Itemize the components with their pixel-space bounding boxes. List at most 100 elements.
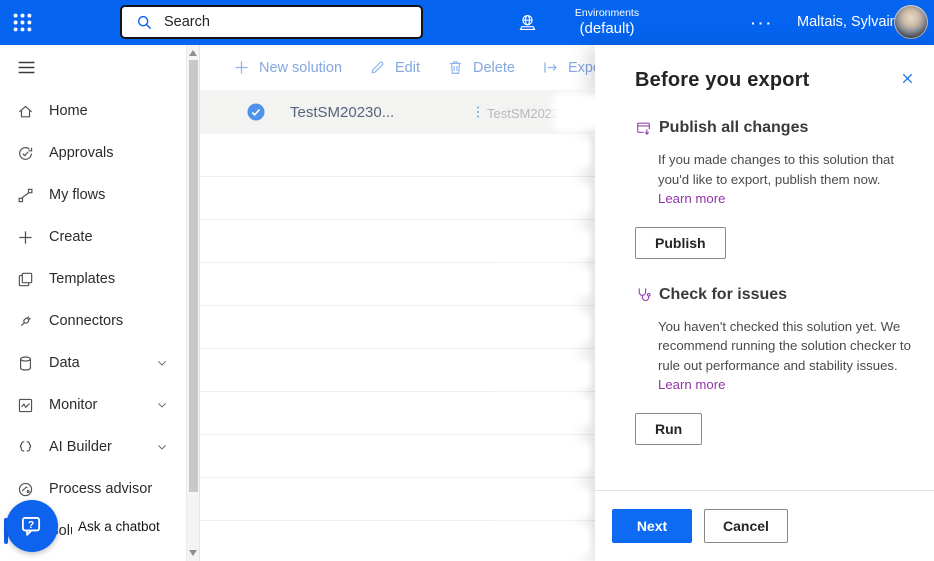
chevron-down-icon[interactable] — [156, 399, 168, 411]
table-row[interactable] — [200, 263, 595, 306]
sidebar-item-monitor[interactable]: Monitor — [0, 384, 199, 426]
redacted-text — [501, 142, 587, 164]
redacted-text — [492, 363, 587, 385]
redacted-text — [497, 234, 587, 256]
templates-icon — [17, 271, 34, 288]
chatbot-tooltip: Ask a chatbot — [72, 511, 170, 541]
delete-button[interactable]: Delete — [447, 59, 515, 76]
table-row[interactable] — [200, 134, 595, 177]
connector-icon — [17, 313, 34, 330]
environment-selector[interactable]: Environments (default) — [517, 0, 661, 45]
solution-display-name: TestSM20230... — [290, 104, 394, 121]
sidebar-item-connectors[interactable]: Connectors — [0, 300, 199, 342]
sidebar-item-data[interactable]: Data — [0, 342, 199, 384]
redacted-text — [499, 446, 587, 468]
sidebar-item-label: Monitor — [49, 397, 97, 413]
sidebar-item-label: Process advisor — [49, 481, 152, 497]
publish-button[interactable]: Publish — [635, 227, 726, 259]
table-row[interactable] — [200, 392, 595, 435]
search-box[interactable] — [120, 5, 423, 39]
avatar[interactable] — [894, 5, 928, 39]
pencil-icon — [369, 59, 386, 76]
edit-button[interactable]: Edit — [369, 59, 420, 76]
trash-icon — [447, 59, 464, 76]
table-row[interactable] — [200, 478, 595, 521]
sidebar-item-my-flows[interactable]: My flows — [0, 174, 199, 216]
new-solution-button[interactable]: New solution — [233, 59, 342, 76]
sidebar-item-label: Templates — [49, 271, 115, 287]
table-row[interactable] — [200, 177, 595, 220]
scroll-up-arrow[interactable] — [189, 50, 197, 56]
approvals-icon — [17, 145, 34, 162]
sidebar-nav: Home ApprovalsMy flows Create Templates Conn… — [0, 90, 199, 552]
app-launcher-icon[interactable] — [11, 11, 34, 34]
app-header: Environments (default) ··· Maltais, Sylv… — [0, 0, 934, 45]
command-bar: New solution Edit Delete Export solution — [200, 45, 595, 90]
sidebar-item-label: AI Builder — [49, 439, 112, 455]
redacted-text — [515, 400, 587, 422]
sidebar-item-create[interactable]: Create — [0, 216, 199, 258]
sidebar: Home ApprovalsMy flows Create Templates Conn… — [0, 45, 200, 561]
table-row[interactable] — [200, 435, 595, 478]
table-row[interactable] — [200, 220, 595, 263]
environment-icon — [517, 12, 538, 33]
command-label: Delete — [473, 60, 515, 76]
environments-label: Environments — [553, 7, 661, 20]
panel-footer: Next Cancel — [595, 490, 934, 561]
next-button[interactable]: Next — [612, 509, 692, 543]
redacted-text — [507, 529, 587, 551]
sidebar-item-home[interactable]: Home — [0, 90, 199, 132]
redacted-text — [495, 492, 587, 514]
chevron-down-icon[interactable] — [156, 357, 168, 369]
sidebar-item-label: Data — [49, 355, 80, 371]
nav-toggle-button[interactable] — [0, 45, 199, 90]
solution-list — [200, 134, 595, 561]
selected-solution-row[interactable]: TestSM20230... TestSM20230417 — [200, 90, 595, 134]
home-icon — [17, 103, 34, 120]
command-label: New solution — [259, 60, 342, 76]
sidebar-item-templates[interactable]: Templates — [0, 258, 199, 300]
sidebar-item-label: Connectors — [49, 313, 123, 329]
table-row[interactable] — [200, 521, 595, 561]
hamburger-icon — [16, 57, 37, 78]
sidebar-scrollbar[interactable] — [186, 45, 199, 561]
run-button[interactable]: Run — [635, 413, 702, 445]
monitor-icon — [17, 397, 34, 414]
sidebar-item-label: Create — [49, 229, 93, 245]
table-row[interactable] — [200, 306, 595, 349]
search-input[interactable] — [164, 14, 421, 30]
section-heading: Publish all changes — [635, 119, 912, 137]
chevron-down-icon[interactable] — [156, 441, 168, 453]
export-flyout-panel: Before you export Publish all changesIf … — [595, 45, 934, 561]
ask-chatbot-button[interactable]: ? — [6, 500, 58, 552]
sidebar-item-label: Home — [49, 103, 88, 119]
scroll-down-arrow[interactable] — [189, 550, 197, 556]
publish-icon — [635, 120, 652, 137]
export-solution-button[interactable]: Export solution — [542, 59, 595, 76]
selected-check-icon[interactable] — [247, 103, 265, 121]
learn-more-link[interactable]: Learn more — [658, 191, 725, 206]
sidebar-item-approvals[interactable]: Approvals — [0, 132, 199, 174]
close-icon[interactable] — [900, 71, 915, 86]
plus-icon — [17, 229, 34, 246]
redacted-text — [519, 271, 587, 293]
search-icon — [136, 14, 153, 31]
panel-sections: Publish all changesIf you made changes t… — [635, 119, 912, 445]
cancel-button[interactable]: Cancel — [704, 509, 788, 543]
row-more-button[interactable] — [470, 104, 486, 120]
section-title: Check for issues — [659, 286, 787, 304]
section-body: You haven't checked this solution yet. W… — [658, 317, 914, 395]
redacted-text — [503, 317, 587, 339]
environment-name: (default) — [553, 20, 661, 39]
command-label: Export solution — [568, 60, 595, 76]
section-heading: Check for issues — [635, 286, 912, 304]
sidebar-item-ai-builder[interactable]: AI Builder — [0, 426, 199, 468]
learn-more-link[interactable]: Learn more — [658, 377, 725, 392]
table-row[interactable] — [200, 349, 595, 392]
command-label: Edit — [395, 60, 420, 76]
scrollbar-thumb[interactable] — [189, 60, 198, 492]
header-overflow-button[interactable]: ··· — [751, 0, 774, 45]
process-icon — [17, 481, 34, 498]
plus-icon — [233, 59, 250, 76]
export-icon — [542, 59, 559, 76]
